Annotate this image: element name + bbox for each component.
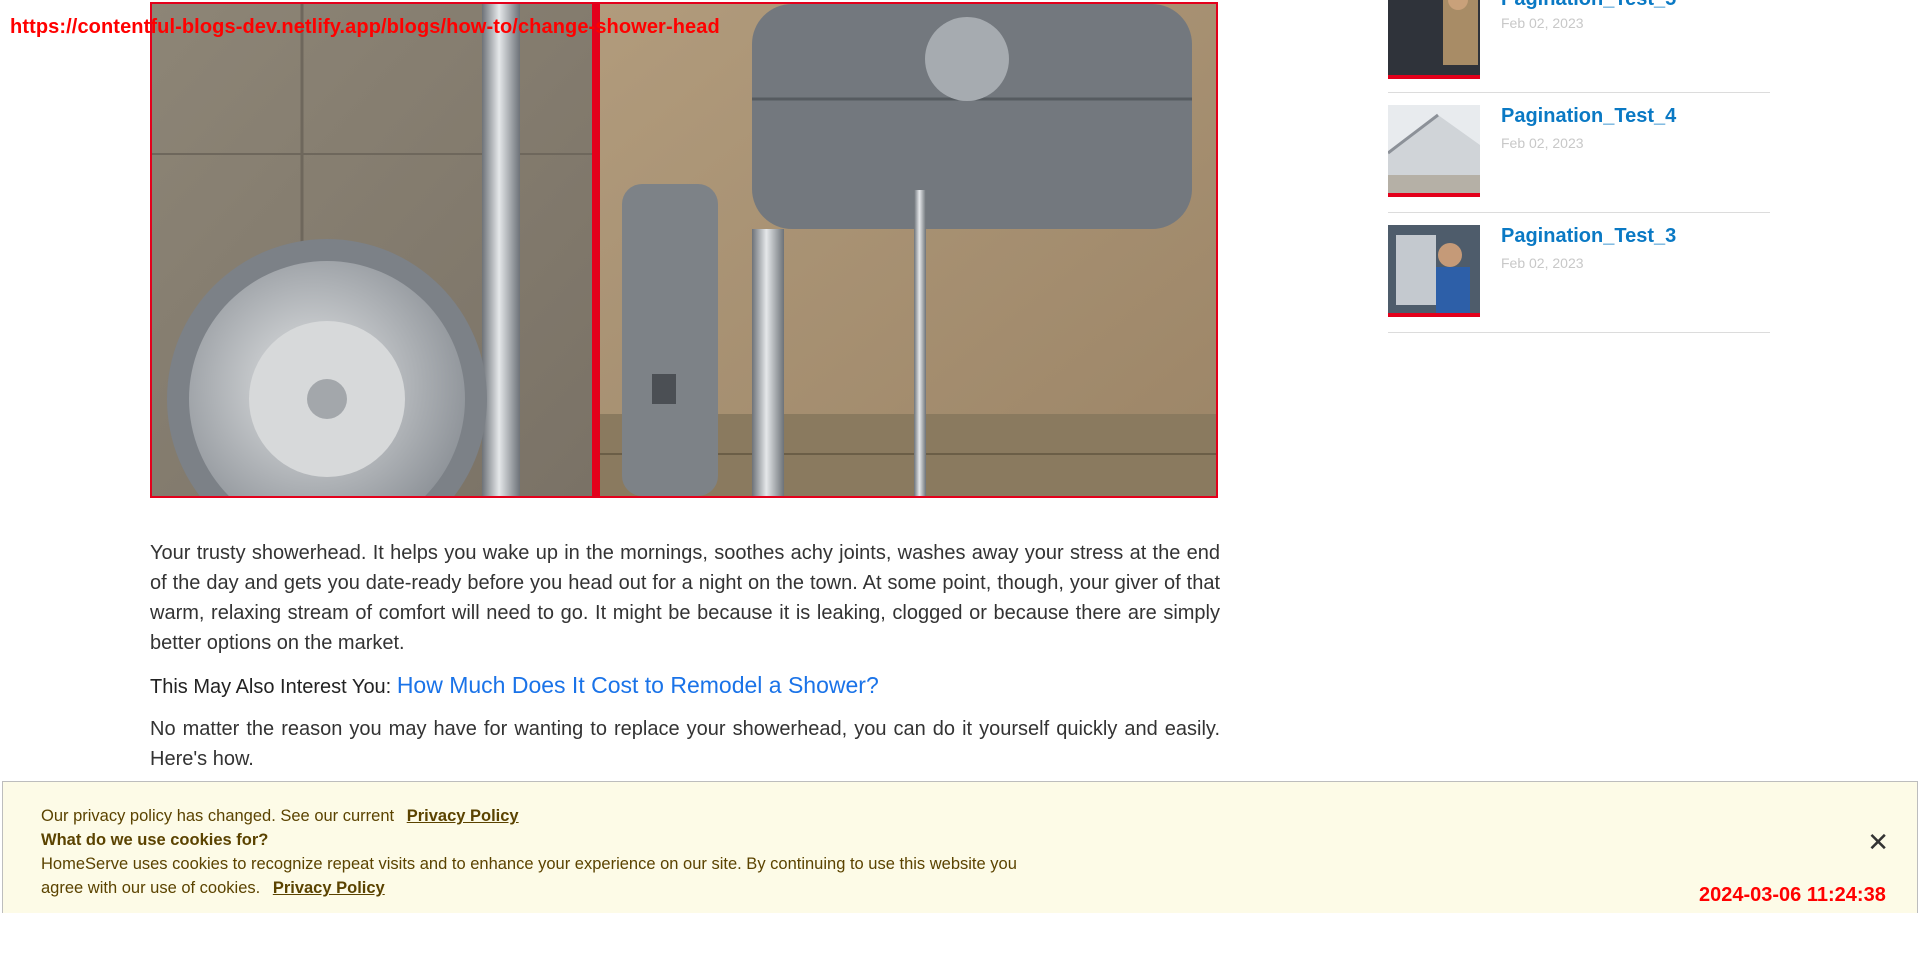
thumbnail-photo [1388, 225, 1480, 313]
related-posts-sidebar: Pagination_Test_5 Feb 02, 2023 Paginatio… [1388, 0, 1770, 333]
cookie-text: Our privacy policy has changed. See our … [41, 804, 1041, 900]
showerhead-photo [152, 4, 1216, 496]
url-overlay: https://contentful-blogs-dev.netlify.app… [10, 16, 720, 38]
thumb-image [1388, 225, 1480, 317]
thumbnail-photo [1388, 105, 1480, 193]
sidebar-item-title[interactable]: Pagination_Test_5 [1501, 0, 1676, 11]
cookie-banner: Our privacy policy has changed. See our … [2, 781, 1918, 913]
sidebar-item-date: Feb 02, 2023 [1501, 255, 1584, 271]
close-icon[interactable]: ✕ [1867, 828, 1889, 858]
sidebar-item-title[interactable]: Pagination_Test_4 [1501, 105, 1676, 128]
sidebar-item-date: Feb 02, 2023 [1501, 15, 1584, 31]
privacy-notice-text: Our privacy policy has changed. See our … [41, 807, 395, 825]
timestamp-overlay: 2024-03-06 11:24:38 [1699, 884, 1886, 906]
article-body: Your trusty showerhead. It helps you wak… [150, 538, 1220, 774]
cookie-body: HomeServe uses cookies to recognize repe… [41, 852, 1041, 900]
sidebar-item-pagination-test-5[interactable]: Pagination_Test_5 Feb 02, 2023 [1388, 0, 1770, 93]
privacy-notice: Our privacy policy has changed. See our … [41, 804, 1041, 828]
article-paragraph-2: No matter the reason you may have for wa… [150, 718, 1220, 770]
sidebar-item-pagination-test-3[interactable]: Pagination_Test_3 Feb 02, 2023 [1388, 213, 1770, 333]
sidebar-item-title[interactable]: Pagination_Test_3 [1501, 225, 1676, 248]
cookie-body-text: HomeServe uses cookies to recognize repe… [41, 855, 1017, 897]
interest-label: This May Also Interest You: [150, 676, 392, 698]
privacy-policy-link-1[interactable]: Privacy Policy [407, 807, 519, 825]
also-interest: This May Also Interest You: How Much Doe… [150, 670, 1220, 702]
article-intro: Your trusty showerhead. It helps you wak… [150, 542, 1220, 654]
thumb-image [1388, 105, 1480, 197]
interest-link[interactable]: How Much Does It Cost to Remodel a Showe… [397, 672, 879, 698]
cookie-heading: What do we use cookies for? [41, 831, 269, 849]
privacy-policy-link-2[interactable]: Privacy Policy [273, 879, 385, 897]
sidebar-item-date: Feb 02, 2023 [1501, 135, 1584, 151]
thumbnail-photo [1388, 0, 1480, 75]
hero-image [150, 2, 1218, 498]
sidebar-item-pagination-test-4[interactable]: Pagination_Test_4 Feb 02, 2023 [1388, 93, 1770, 213]
thumb-image [1388, 0, 1480, 79]
